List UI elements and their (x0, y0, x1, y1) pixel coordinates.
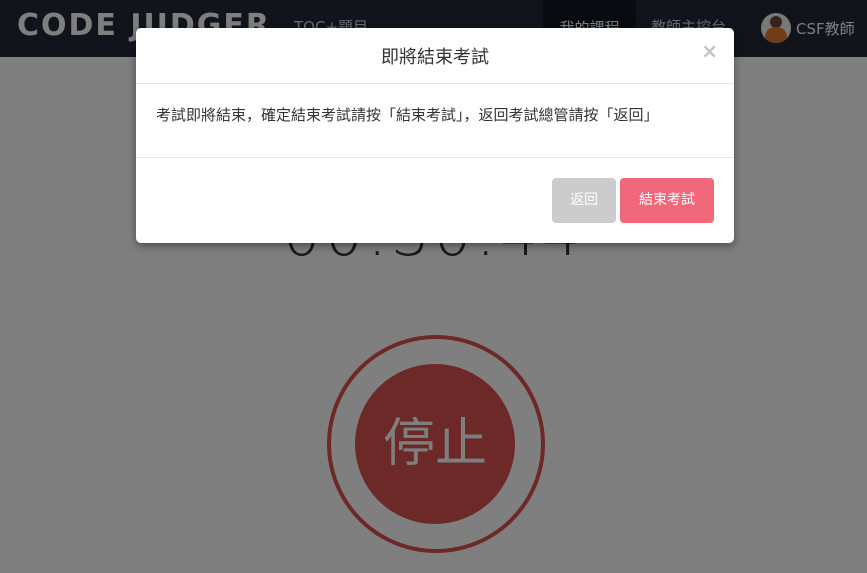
modal-body: 考試即將結束，確定結束考試請按「結束考試」，返回考試總管請按「返回」 (136, 84, 734, 158)
close-icon[interactable]: × (701, 39, 718, 63)
end-exam-modal: 即將結束考試 × 考試即將結束，確定結束考試請按「結束考試」，返回考試總管請按「… (136, 28, 734, 243)
back-button[interactable]: 返回 (552, 178, 616, 223)
modal-message: 考試即將結束，確定結束考試請按「結束考試」，返回考試總管請按「返回」 (156, 106, 659, 124)
modal-title: 即將結束考試 (381, 47, 489, 68)
modal-header: 即將結束考試 × (136, 28, 734, 84)
end-exam-button[interactable]: 結束考試 (620, 178, 714, 223)
